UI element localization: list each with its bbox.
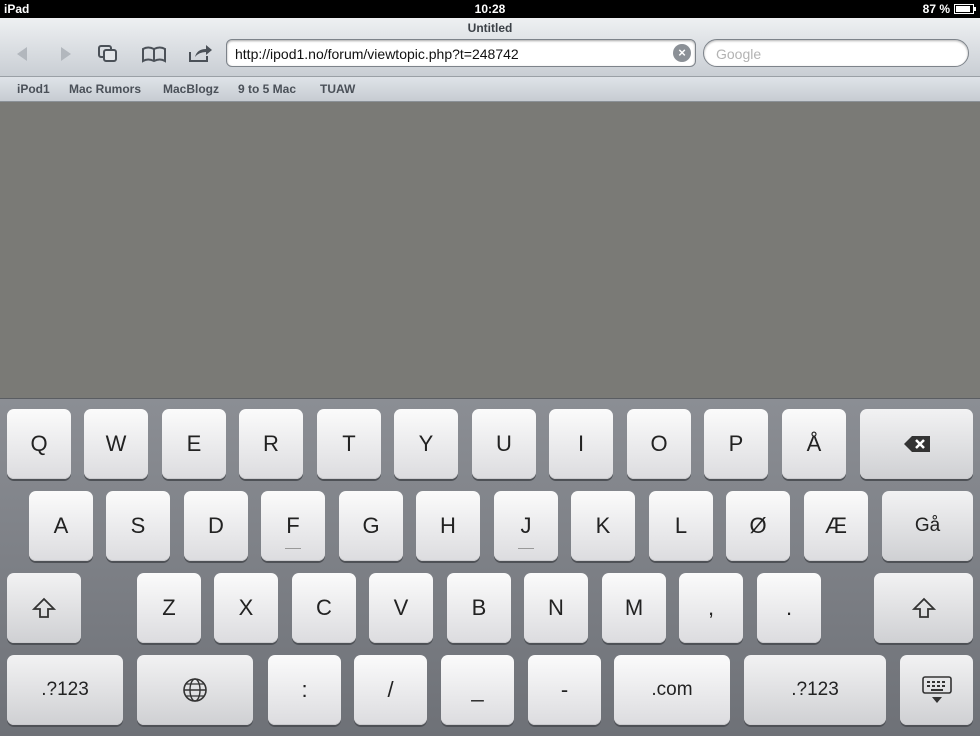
browser-toolbar: Untitled http://ipod1.no/forum/viewtopic… — [0, 18, 980, 77]
key-s[interactable]: S — [106, 491, 170, 561]
key-comma[interactable]: , — [679, 573, 743, 643]
back-button[interactable] — [8, 42, 36, 66]
battery-status: 87 % — [922, 2, 976, 16]
key-y[interactable]: Y — [394, 409, 458, 479]
key-colon[interactable]: : — [268, 655, 341, 725]
key-g[interactable]: G — [339, 491, 403, 561]
numbers-key-left[interactable]: .?123 — [7, 655, 123, 725]
keyboard-hide-icon — [921, 676, 952, 703]
onscreen-keyboard: Q W E R T Y U I O P Å A S D F G H J K L … — [0, 398, 980, 736]
key-slash[interactable]: / — [354, 655, 427, 725]
status-bar: iPad 10:28 87 % — [0, 0, 980, 18]
key-c[interactable]: C — [292, 573, 356, 643]
back-arrow-icon — [17, 47, 27, 61]
backspace-key[interactable] — [860, 409, 973, 479]
home-row-marker — [285, 548, 301, 549]
globe-icon — [183, 678, 207, 702]
pages-icon — [98, 45, 117, 62]
hide-keyboard-key[interactable] — [900, 655, 973, 725]
search-field[interactable]: Google — [703, 39, 969, 67]
key-e[interactable]: E — [162, 409, 226, 479]
key-x[interactable]: X — [214, 573, 278, 643]
key-o[interactable]: O — [627, 409, 691, 479]
key-w[interactable]: W — [84, 409, 148, 479]
key-z[interactable]: Z — [137, 573, 201, 643]
share-button[interactable] — [186, 42, 214, 66]
key-dash[interactable]: - — [528, 655, 601, 725]
shift-key-right[interactable] — [874, 573, 973, 643]
key-underscore[interactable]: _ — [441, 655, 514, 725]
shift-icon — [911, 597, 936, 618]
address-text: http://ipod1.no/forum/viewtopic.php?t=24… — [235, 46, 519, 62]
key-f-label: F — [286, 513, 300, 538]
home-row-marker — [518, 548, 534, 549]
key-k[interactable]: K — [571, 491, 635, 561]
go-key[interactable]: Gå — [882, 491, 973, 561]
bookmarks-button[interactable] — [140, 42, 168, 66]
address-bar[interactable]: http://ipod1.no/forum/viewtopic.php?t=24… — [226, 39, 696, 67]
key-j-label: J — [520, 513, 532, 538]
clock: 10:28 — [474, 2, 506, 16]
key-ae[interactable]: Æ — [804, 491, 868, 561]
clear-text-icon[interactable]: × — [673, 44, 691, 62]
key-v[interactable]: V — [369, 573, 433, 643]
key-f[interactable]: F — [261, 491, 325, 561]
battery-icon — [954, 4, 976, 14]
bookmark-mac-rumors[interactable]: Mac Rumors — [69, 82, 141, 96]
key-d[interactable]: D — [184, 491, 248, 561]
bookmark-9to5mac[interactable]: 9 to 5 Mac — [238, 82, 296, 96]
numbers-key-right[interactable]: .?123 — [744, 655, 886, 725]
backspace-icon — [903, 436, 930, 452]
globe-key[interactable] — [137, 655, 253, 725]
key-o-slash[interactable]: Ø — [726, 491, 790, 561]
key-l[interactable]: L — [649, 491, 713, 561]
forward-arrow-icon — [61, 47, 71, 61]
key-period[interactable]: . — [757, 573, 821, 643]
pages-button[interactable] — [94, 42, 122, 66]
battery-percent: 87 % — [922, 2, 950, 16]
shift-icon — [32, 597, 56, 618]
search-placeholder: Google — [716, 46, 762, 62]
key-u[interactable]: U — [472, 409, 536, 479]
web-content-area — [0, 102, 980, 398]
key-q[interactable]: Q — [7, 409, 71, 479]
bookmarks-book-icon — [142, 46, 166, 63]
bookmark-ipod1[interactable]: iPod1 — [17, 82, 50, 96]
key-p[interactable]: P — [704, 409, 768, 479]
key-m[interactable]: M — [602, 573, 666, 643]
key-h[interactable]: H — [416, 491, 480, 561]
key-a[interactable]: A — [29, 491, 93, 561]
key-a-ring[interactable]: Å — [782, 409, 846, 479]
key-b[interactable]: B — [447, 573, 511, 643]
share-icon — [189, 45, 212, 62]
forward-button[interactable] — [52, 42, 80, 66]
key-n[interactable]: N — [524, 573, 588, 643]
shift-key-left[interactable] — [7, 573, 81, 643]
dotcom-key[interactable]: .com — [614, 655, 730, 725]
key-j[interactable]: J — [494, 491, 558, 561]
key-i[interactable]: I — [549, 409, 613, 479]
key-t[interactable]: T — [317, 409, 381, 479]
bookmark-macblogz[interactable]: MacBlogz — [163, 82, 219, 96]
page-title: Untitled — [467, 21, 513, 35]
bookmark-tuaw[interactable]: TUAW — [320, 82, 355, 96]
bookmarks-bar: iPod1 Mac Rumors MacBlogz 9 to 5 Mac TUA… — [0, 77, 980, 102]
key-r[interactable]: R — [239, 409, 303, 479]
